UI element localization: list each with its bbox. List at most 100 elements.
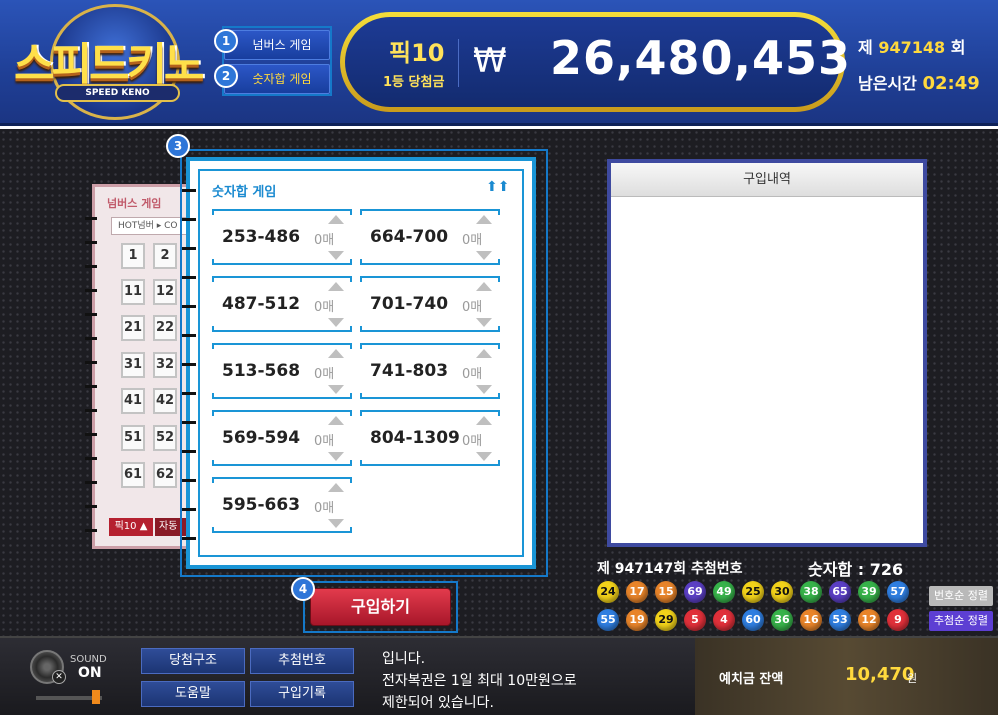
drawn-ball: 65 [829,581,851,603]
current-round: 제 947148 회 [858,34,965,58]
binding-tick [85,289,97,292]
drawn-ball: 17 [626,581,648,603]
sum-range-option[interactable]: 664-700 0매 [360,209,500,265]
help-button[interactable]: 도움말 [141,681,245,707]
ticket-count: 0매 [462,300,483,315]
ticket-count: 0매 [462,233,483,248]
increment-arrow-icon[interactable] [328,483,344,492]
decrement-arrow-icon[interactable] [328,385,344,394]
purchase-records-button[interactable]: 구입기록 [250,681,354,707]
number-cell[interactable]: 41 [121,388,145,414]
drawn-ball: 39 [858,581,880,603]
ticket-count: 0매 [314,367,335,382]
number-cell[interactable]: 32 [153,352,177,378]
range-label: 569-594 [222,428,301,448]
binding-tick [85,217,97,220]
decrement-arrow-icon[interactable] [328,519,344,528]
decrement-arrow-icon[interactable] [476,452,492,461]
buy-button[interactable]: 구입하기 [310,588,451,626]
time-label: 남은시간 [858,74,917,93]
decrement-arrow-icon[interactable] [328,251,344,260]
increment-arrow-icon[interactable] [328,349,344,358]
notice-ticker: 입니다. 전자복권은 1일 최대 10만원으로 제한되어 있습니다. [382,648,682,708]
volume-slider-handle[interactable] [91,690,100,704]
binding-tick [182,218,196,221]
binding-tick [182,479,196,482]
numbers-slip-title: 넘버스 게임 [107,197,162,210]
number-cell[interactable]: 22 [153,315,177,341]
balance-unit: 원 [907,672,918,685]
double-up-arrow-icon[interactable]: ⬆⬆ [486,179,509,195]
binding-tick [182,189,196,192]
sum-range-option[interactable]: 569-594 0매 [212,410,352,466]
decrement-arrow-icon[interactable] [328,318,344,327]
ticket-count: 0매 [462,434,483,449]
jackpot-panel: 픽10 1등 당첨금 ₩ 26,480,453 [340,12,850,112]
number-cell[interactable]: 21 [121,315,145,341]
binding-tick [182,276,196,279]
increment-arrow-icon[interactable] [328,416,344,425]
drawn-ball: 25 [742,581,764,603]
sum-range-option[interactable]: 595-663 0매 [212,477,352,533]
drawn-ball: 24 [597,581,619,603]
number-cell[interactable]: 52 [153,425,177,451]
ticket-count: 0매 [314,434,335,449]
number-cell[interactable]: 42 [153,388,177,414]
notice-line: 입니다. [382,651,426,667]
drawn-ball: 57 [887,581,909,603]
sort-by-number-button[interactable]: 번호순 정렬 [929,586,993,606]
sum-range-option[interactable]: 487-512 0매 [212,276,352,332]
number-cell[interactable]: 62 [153,462,177,488]
jackpot-sub-label: 1등 당첨금 [383,75,445,90]
increment-arrow-icon[interactable] [328,215,344,224]
badge-2: 2 [214,64,238,88]
decrement-arrow-icon[interactable] [476,251,492,260]
sum-range-option[interactable]: 741-803 0매 [360,343,500,399]
decrement-arrow-icon[interactable] [476,318,492,327]
sound-label: SOUND [70,654,107,665]
sum-slip-title: 숫자합 게임 [212,185,277,200]
prize-structure-button[interactable]: 당첨구조 [141,648,245,674]
increment-arrow-icon[interactable] [476,215,492,224]
number-cell[interactable]: 51 [121,425,145,451]
numbers-game-button[interactable]: 넘버스 게임 [224,30,330,60]
number-cell[interactable]: 2 [153,243,177,269]
drawn-ball: 19 [626,609,648,631]
sum-range-option[interactable]: 513-568 0매 [212,343,352,399]
binding-tick [182,305,196,308]
number-cell[interactable]: 31 [121,352,145,378]
range-label: 513-568 [222,361,301,381]
sum-range-option[interactable]: 701-740 0매 [360,276,500,332]
binding-tick [182,247,196,250]
jackpot-amount: 26,480,453 [550,31,852,85]
drawn-ball: 29 [655,609,677,631]
draw-numbers-button[interactable]: 추첨번호 [250,648,354,674]
pick10-selector[interactable]: 픽10 ▲ [109,518,153,536]
drawn-ball: 55 [597,609,619,631]
sum-range-option[interactable]: 253-486 0매 [212,209,352,265]
binding-tick [182,334,196,337]
speed-keno-logo: 스피드키노 SPEED KENO [10,2,210,122]
decrement-arrow-icon[interactable] [476,385,492,394]
sum-range-option[interactable]: 804-1309 0매 [360,410,500,466]
sum-game-button[interactable]: 숫자합 게임 [224,64,330,94]
sort-by-draw-button[interactable]: 추첨순 정렬 [929,611,993,631]
number-cell[interactable]: 1 [121,243,145,269]
drawn-ball: 38 [800,581,822,603]
increment-arrow-icon[interactable] [328,282,344,291]
badge-4: 4 [291,577,315,601]
increment-arrow-icon[interactable] [476,349,492,358]
binding-tick [85,361,97,364]
number-cell[interactable]: 61 [121,462,145,488]
round-prefix: 제 [858,38,873,57]
increment-arrow-icon[interactable] [476,282,492,291]
round-number: 947148 [878,38,946,57]
sound-toggle[interactable]: ON [78,665,102,681]
decrement-arrow-icon[interactable] [328,452,344,461]
notice-line: 전자복권은 1일 최대 10만원으로 [382,673,577,689]
number-cell[interactable]: 12 [153,279,177,305]
jackpot-divider [458,39,459,87]
purchase-history-panel: 구입내역 [607,159,927,547]
number-cell[interactable]: 11 [121,279,145,305]
increment-arrow-icon[interactable] [476,416,492,425]
